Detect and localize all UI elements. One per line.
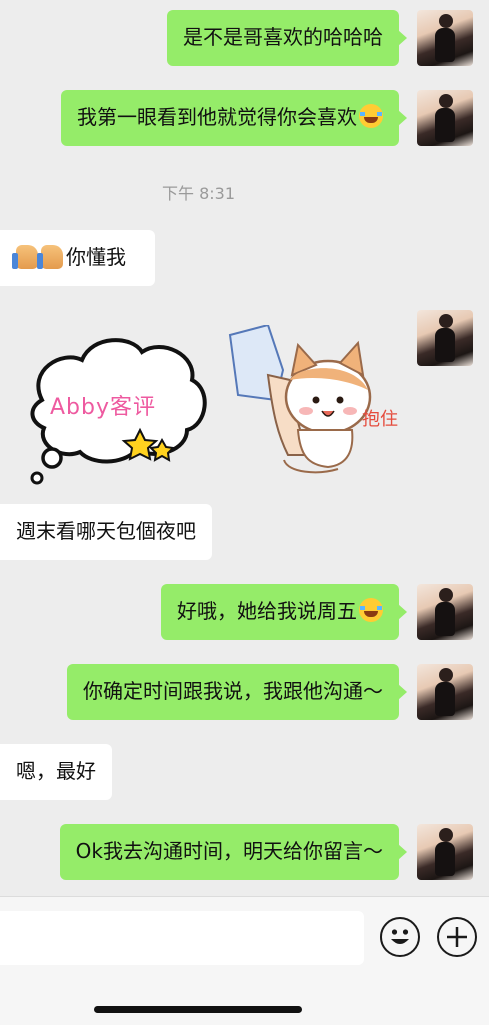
message-bubble-incoming[interactable]: 週末看哪天包個夜吧 bbox=[0, 504, 212, 560]
laughing-tears-emoji-icon bbox=[359, 598, 383, 622]
thumbs-up-icon bbox=[12, 245, 38, 269]
avatar[interactable] bbox=[417, 584, 473, 640]
laughing-tears-emoji-icon bbox=[359, 104, 383, 128]
avatar[interactable] bbox=[417, 10, 473, 66]
message-text: 嗯，最好 bbox=[16, 759, 96, 783]
thumbs-up-icon bbox=[37, 245, 63, 269]
avatar[interactable] bbox=[417, 664, 473, 720]
avatar[interactable] bbox=[417, 310, 473, 366]
message-bubble-outgoing[interactable]: 是不是哥喜欢的哈哈哈 bbox=[167, 10, 407, 66]
message-text: 週末看哪天包個夜吧 bbox=[16, 519, 196, 543]
message-bubble-outgoing[interactable]: Ok我去沟通时间，明天给你留言～ bbox=[59, 824, 408, 880]
message-text: 你懂我 bbox=[66, 245, 126, 269]
emoji-button[interactable] bbox=[380, 917, 420, 957]
message-bubble-outgoing[interactable]: 我第一眼看到他就觉得你会喜欢 bbox=[61, 90, 407, 146]
avatar[interactable] bbox=[417, 90, 473, 146]
avatar[interactable] bbox=[417, 824, 473, 880]
more-button[interactable] bbox=[437, 917, 477, 957]
message-input[interactable] bbox=[0, 911, 364, 965]
message-bubble-incoming[interactable]: 你懂我 bbox=[0, 230, 155, 286]
plus-icon bbox=[447, 927, 467, 947]
abby-sticker[interactable]: Abby客评 bbox=[22, 330, 212, 490]
timestamp: 下午 8:31 bbox=[161, 184, 236, 203]
message-text: 好哦，她给我说周五 bbox=[177, 599, 357, 623]
message-bubble-incoming[interactable]: 嗯，最好 bbox=[0, 744, 112, 800]
message-text: Ok我去沟通时间，明天给你留言～ bbox=[75, 839, 383, 863]
sticker-caption-hug: 抱住 bbox=[362, 409, 398, 430]
abby-sticker-text: Abby客评 bbox=[50, 395, 156, 420]
message-bubble-outgoing[interactable]: 好哦，她给我说周五 bbox=[161, 584, 407, 640]
message-text: 你确定时间跟我说，我跟他沟通～ bbox=[83, 679, 383, 703]
smiley-face-icon bbox=[391, 929, 409, 944]
message-text: 是不是哥喜欢的哈哈哈 bbox=[183, 25, 383, 49]
cat-hug-sticker[interactable]: 抱住 bbox=[228, 325, 398, 485]
message-bubble-outgoing[interactable]: 你确定时间跟我说，我跟他沟通～ bbox=[67, 664, 407, 720]
chat-area: 是不是哥喜欢的哈哈哈 我第一眼看到他就觉得你会喜欢 下午 8:31 你懂我 Ab… bbox=[0, 0, 489, 900]
sticker-caption: 抱住 bbox=[362, 409, 398, 430]
home-indicator[interactable] bbox=[94, 1006, 302, 1013]
message-text: 我第一眼看到他就觉得你会喜欢 bbox=[77, 105, 357, 129]
